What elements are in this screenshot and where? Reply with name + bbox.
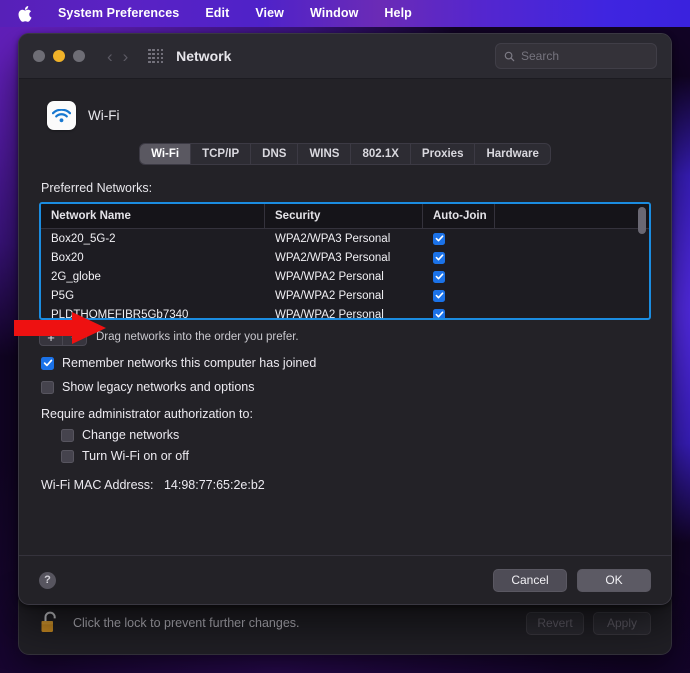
mac-address-label: Wi-Fi MAC Address:	[41, 478, 154, 492]
tab-hardware[interactable]: Hardware	[475, 144, 549, 164]
cell-auto-join	[423, 289, 495, 302]
grid-view-icon[interactable]	[148, 48, 164, 64]
traffic-lights	[33, 50, 85, 62]
window-footer: ? Cancel OK	[19, 556, 671, 604]
revert-button: Revert	[526, 611, 584, 635]
auto-join-checkbox[interactable]	[433, 289, 445, 302]
cell-network-name: Box20	[51, 251, 84, 264]
column-header-security[interactable]: Security	[265, 204, 423, 228]
scrollbar-thumb[interactable]	[638, 207, 646, 234]
page-title: Network	[176, 48, 232, 64]
tab-8021x[interactable]: 802.1X	[351, 144, 411, 164]
remember-networks-checkbox[interactable]	[41, 356, 54, 370]
menu-item-window[interactable]: Window	[297, 0, 371, 27]
menu-item-view[interactable]: View	[242, 0, 297, 27]
cancel-button[interactable]: Cancel	[493, 568, 567, 592]
change-networks-label: Change networks	[82, 428, 180, 442]
mac-address-row: Wi-Fi MAC Address: 14:98:77:65:2e:b2	[39, 478, 651, 492]
network-preferences-window: ‹ › Network Search Wi-Fi Wi-Fi TCP/IP DN…	[18, 33, 672, 605]
wifi-icon	[47, 101, 76, 130]
service-name: Wi-Fi	[88, 108, 120, 123]
menu-item-help[interactable]: Help	[371, 0, 425, 27]
cell-network-name: 2G_globe	[51, 270, 101, 283]
table-header-row: Network Name Security Auto-Join	[41, 204, 649, 229]
cell-auto-join	[423, 308, 495, 318]
zoom-button[interactable]	[73, 50, 85, 62]
cell-security: WPA2/WPA3 Personal	[275, 232, 391, 245]
cell-security: WPA/WPA2 Personal	[275, 270, 384, 283]
turn-wifi-label: Turn Wi-Fi on or off	[82, 449, 189, 463]
cell-security: WPA/WPA2 Personal	[275, 308, 384, 320]
admin-authorization-label: Require administrator authorization to:	[41, 407, 253, 421]
forward-chevron-icon[interactable]: ›	[123, 48, 129, 65]
option-turn-wifi-on-off[interactable]: Turn Wi-Fi on or off	[39, 449, 651, 463]
show-legacy-label: Show legacy networks and options	[62, 380, 255, 394]
network-list-controls: + − Drag networks into the order you pre…	[39, 328, 651, 346]
auto-join-checkbox[interactable]	[433, 308, 445, 318]
table-row-pldthomefibr[interactable]: PLDTHOMEFIBR5Gb7340 WPA/WPA2 Personal	[41, 305, 649, 320]
settings-tabbar: Wi-Fi TCP/IP DNS WINS 802.1X Proxies Har…	[39, 143, 651, 165]
cell-auto-join	[423, 270, 495, 283]
navigation-arrows: ‹ ›	[107, 48, 128, 65]
table-row[interactable]: P5G WPA/WPA2 Personal	[41, 286, 649, 305]
back-chevron-icon[interactable]: ‹	[107, 48, 113, 65]
drag-hint-text: Drag networks into the order you prefer.	[96, 331, 299, 343]
window-titlebar: ‹ › Network Search	[19, 34, 671, 79]
search-input[interactable]: Search	[495, 43, 657, 69]
service-header: Wi-Fi	[47, 101, 651, 130]
option-change-networks[interactable]: Change networks	[39, 428, 651, 442]
cell-auto-join	[423, 232, 495, 245]
menu-bar: System Preferences Edit View Window Help	[0, 0, 690, 27]
preferred-networks-table: Network Name Security Auto-Join Box20_5G…	[39, 202, 651, 320]
auto-join-checkbox[interactable]	[433, 270, 445, 283]
menu-item-system-preferences[interactable]: System Preferences	[45, 0, 192, 27]
preferred-networks-label: Preferred Networks:	[41, 181, 153, 195]
cell-network-name: Box20_5G-2	[51, 232, 116, 245]
remember-networks-label: Remember networks this computer has join…	[62, 356, 317, 370]
help-button[interactable]: ?	[39, 571, 56, 589]
table-scrollbar[interactable]	[638, 207, 646, 294]
search-placeholder: Search	[521, 49, 560, 63]
tab-tcpip[interactable]: TCP/IP	[191, 144, 252, 164]
unlocked-padlock-icon[interactable]	[39, 610, 61, 636]
column-header-spacer	[495, 204, 649, 228]
show-legacy-checkbox[interactable]	[41, 380, 54, 394]
option-remember-networks[interactable]: Remember networks this computer has join…	[39, 356, 651, 370]
auto-join-checkbox[interactable]	[433, 251, 445, 264]
red-arrow-annotation	[14, 312, 106, 344]
table-row[interactable]: Box20 WPA2/WPA3 Personal	[41, 248, 649, 267]
mac-address-value: 14:98:77:65:2e:b2	[163, 478, 265, 492]
option-show-legacy[interactable]: Show legacy networks and options	[39, 380, 651, 394]
tab-dns[interactable]: DNS	[251, 144, 299, 164]
apply-button: Apply	[593, 611, 651, 635]
minimize-button[interactable]	[53, 50, 65, 62]
apple-logo-icon[interactable]	[14, 5, 45, 22]
table-body: Box20_5G-2 WPA2/WPA3 Personal Box20 WPA2…	[41, 229, 649, 320]
menu-item-edit[interactable]: Edit	[192, 0, 242, 27]
tab-proxies[interactable]: Proxies	[411, 144, 476, 164]
table-row[interactable]: 2G_globe WPA/WPA2 Personal	[41, 267, 649, 286]
cell-auto-join	[423, 251, 495, 264]
lock-message: Click the lock to prevent further change…	[73, 616, 300, 630]
column-header-auto-join[interactable]: Auto-Join	[423, 204, 495, 228]
ok-button[interactable]: OK	[577, 568, 651, 592]
preferences-content: Wi-Fi Wi-Fi TCP/IP DNS WINS 802.1X Proxi…	[19, 79, 671, 604]
search-icon	[504, 51, 515, 61]
tab-wifi[interactable]: Wi-Fi	[140, 144, 192, 164]
turn-wifi-checkbox[interactable]	[61, 449, 74, 463]
auto-join-checkbox[interactable]	[433, 232, 445, 245]
tab-wins[interactable]: WINS	[298, 144, 352, 164]
close-button[interactable]	[33, 50, 45, 62]
cell-security: WPA2/WPA3 Personal	[275, 251, 391, 264]
column-header-network-name[interactable]: Network Name	[41, 204, 265, 228]
cell-network-name: P5G	[51, 289, 75, 302]
table-row[interactable]: Box20_5G-2 WPA2/WPA3 Personal	[41, 229, 649, 248]
change-networks-checkbox[interactable]	[61, 428, 74, 442]
cell-security: WPA/WPA2 Personal	[275, 289, 384, 302]
